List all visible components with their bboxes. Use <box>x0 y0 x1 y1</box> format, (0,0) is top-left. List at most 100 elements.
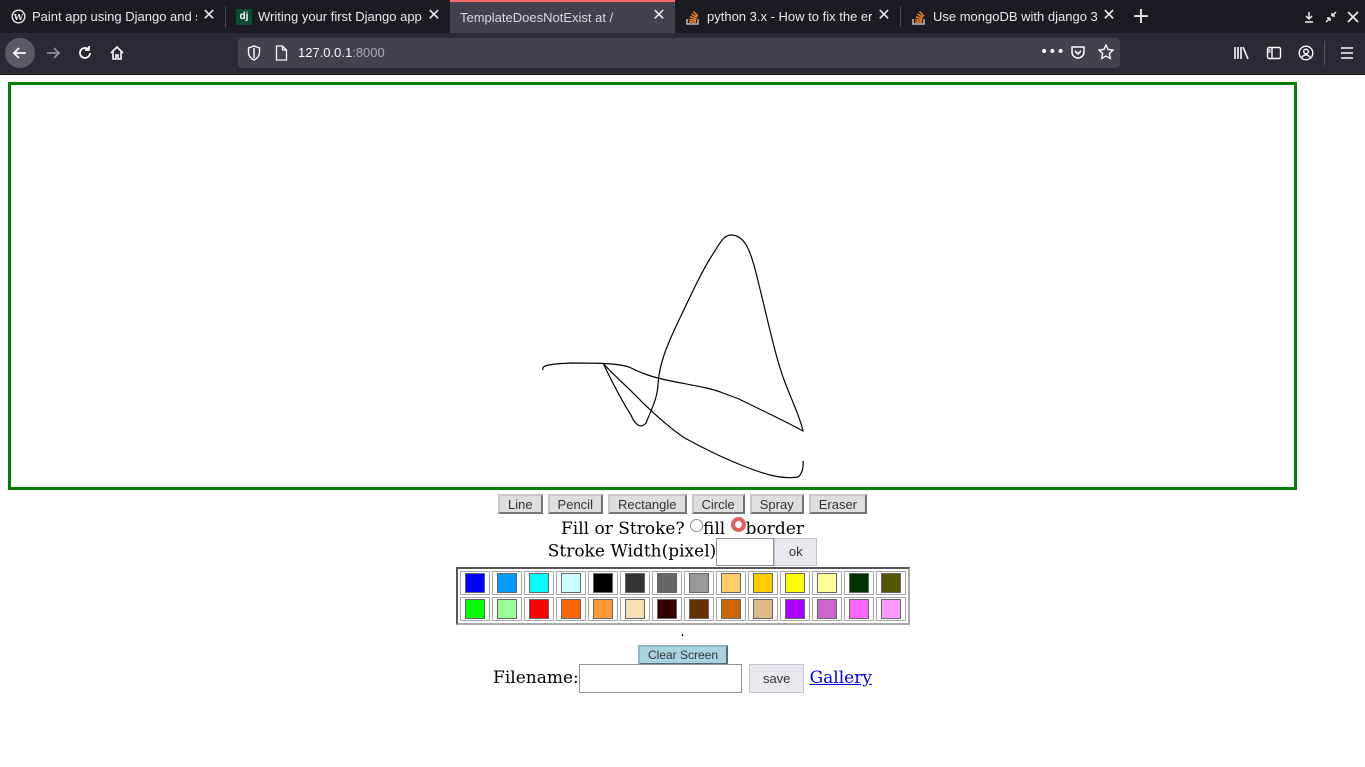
page-actions-icon[interactable]: ••• <box>1040 44 1065 60</box>
color-swatch[interactable] <box>748 597 778 621</box>
tab-title: TemplateDoesNotExist at / <box>460 10 614 25</box>
close-tab-icon[interactable]: ✕ <box>201 8 217 24</box>
color-swatch[interactable] <box>492 571 522 595</box>
separator-dot: . <box>680 624 685 640</box>
color-swatch[interactable] <box>620 597 650 621</box>
stroke-ok-button[interactable]: ok <box>774 538 818 566</box>
color-swatch[interactable] <box>556 597 586 621</box>
color-swatch-fill <box>785 599 805 619</box>
color-swatch[interactable] <box>652 571 682 595</box>
clear-screen-button[interactable]: Clear Screen <box>638 645 728 665</box>
color-swatch[interactable] <box>844 597 874 621</box>
color-swatch[interactable] <box>780 597 810 621</box>
tab-title: Use mongoDB with django 3.0 <box>933 9 1098 24</box>
color-swatch-fill <box>561 573 581 593</box>
stroke-width-input[interactable] <box>716 538 775 566</box>
tab-list-icon[interactable] <box>1297 0 1321 33</box>
filename-input[interactable] <box>578 664 742 693</box>
tab-paint-app[interactable]: W Paint app using Django and s ✕ <box>0 0 225 33</box>
back-button[interactable] <box>5 38 35 68</box>
menu-icon[interactable] <box>1332 38 1362 68</box>
color-swatch[interactable] <box>460 597 490 621</box>
spray-tool-button[interactable]: Spray <box>749 494 804 514</box>
line-tool-button[interactable]: Line <box>497 494 543 514</box>
address-bar[interactable]: 127.0.0.1:8000 ••• <box>238 38 1120 68</box>
color-swatch[interactable] <box>492 597 522 621</box>
tab-bar: W Paint app using Django and s ✕ dj Writ… <box>0 0 1365 33</box>
color-swatch-fill <box>657 599 677 619</box>
color-swatch[interactable] <box>716 597 746 621</box>
color-swatch[interactable] <box>588 571 618 595</box>
tab-title: python 3.x - How to fix the err <box>707 9 872 24</box>
border-radio-label: border <box>745 519 804 539</box>
color-swatch-fill <box>721 599 741 619</box>
tab-django-tutorial[interactable]: dj Writing your first Django app, ✕ <box>226 0 450 33</box>
reload-button[interactable] <box>70 38 100 68</box>
color-swatch[interactable] <box>876 597 906 621</box>
color-swatch[interactable] <box>460 571 490 595</box>
close-window-icon[interactable] <box>1341 0 1365 33</box>
tab-template-error[interactable]: TemplateDoesNotExist at / ✕ <box>450 0 675 33</box>
sidebar-icon[interactable] <box>1259 38 1289 68</box>
border-radio[interactable] <box>730 517 746 532</box>
new-tab-button[interactable]: + <box>1129 0 1153 33</box>
color-swatch[interactable] <box>556 571 586 595</box>
close-tab-icon[interactable]: ✕ <box>876 8 892 24</box>
color-swatch[interactable] <box>780 571 810 595</box>
circle-tool-button[interactable]: Circle <box>691 494 745 514</box>
color-swatch[interactable] <box>684 597 714 621</box>
fill-stroke-row: Fill or Stroke? fill border <box>0 517 1365 539</box>
color-swatch[interactable] <box>748 571 778 595</box>
color-swatch[interactable] <box>716 571 746 595</box>
color-swatch[interactable] <box>812 597 842 621</box>
color-swatch-fill <box>785 573 805 593</box>
bookmark-star-icon[interactable] <box>1097 43 1115 64</box>
close-tab-icon[interactable]: ✕ <box>426 8 442 24</box>
color-swatch[interactable] <box>844 571 874 595</box>
color-swatch[interactable] <box>684 571 714 595</box>
pocket-icon[interactable] <box>1070 45 1086 65</box>
color-swatch-fill <box>849 573 869 593</box>
color-swatch[interactable] <box>652 597 682 621</box>
page-info-icon[interactable] <box>275 45 288 65</box>
palette-row <box>459 596 907 622</box>
shield-icon[interactable] <box>247 45 261 65</box>
rectangle-tool-button[interactable]: Rectangle <box>607 494 687 514</box>
tab-python-fix[interactable]: python 3.x - How to fix the err ✕ <box>675 0 900 33</box>
palette-row <box>459 570 907 596</box>
save-button[interactable]: save <box>749 664 805 693</box>
color-swatch-fill <box>849 599 869 619</box>
tab-mongodb-django[interactable]: Use mongoDB with django 3.0 ✕ <box>901 0 1125 33</box>
tool-buttons: Line Pencil Rectangle Circle Spray Erase… <box>0 494 1365 514</box>
url-text: 127.0.0.1:8000 <box>298 45 385 60</box>
eraser-tool-button[interactable]: Eraser <box>808 494 868 514</box>
color-swatch[interactable] <box>588 597 618 621</box>
gallery-link[interactable]: Gallery <box>810 668 872 688</box>
fill-radio[interactable] <box>690 519 704 532</box>
forward-button[interactable] <box>38 38 68 68</box>
stroke-width-label: Stroke Width(pixel) <box>547 541 717 562</box>
account-icon[interactable] <box>1291 38 1321 68</box>
user-drawing <box>542 234 804 479</box>
drawing-canvas[interactable] <box>8 82 1297 490</box>
color-swatch[interactable] <box>620 571 650 595</box>
filename-label: Filename: <box>493 668 579 688</box>
close-tab-icon[interactable]: ✕ <box>651 8 667 24</box>
wordpress-icon: W <box>10 9 26 25</box>
color-swatch[interactable] <box>524 571 554 595</box>
stackoverflow-icon <box>911 9 927 25</box>
library-icon[interactable] <box>1227 38 1257 68</box>
color-swatch[interactable] <box>812 571 842 595</box>
color-swatch-fill <box>593 599 613 619</box>
save-row: Filename: save Gallery <box>0 664 1365 694</box>
home-button[interactable] <box>102 38 132 68</box>
color-swatch-fill <box>561 599 581 619</box>
toolbar-separator <box>1324 41 1325 65</box>
navigation-toolbar: 127.0.0.1:8000 ••• <box>0 33 1365 75</box>
close-tab-icon[interactable]: ✕ <box>1101 8 1117 24</box>
fill-stroke-label: Fill or Stroke? <box>561 519 685 539</box>
restore-window-icon[interactable] <box>1319 0 1343 33</box>
pencil-tool-button[interactable]: Pencil <box>547 494 603 514</box>
color-swatch[interactable] <box>524 597 554 621</box>
color-swatch[interactable] <box>876 571 906 595</box>
